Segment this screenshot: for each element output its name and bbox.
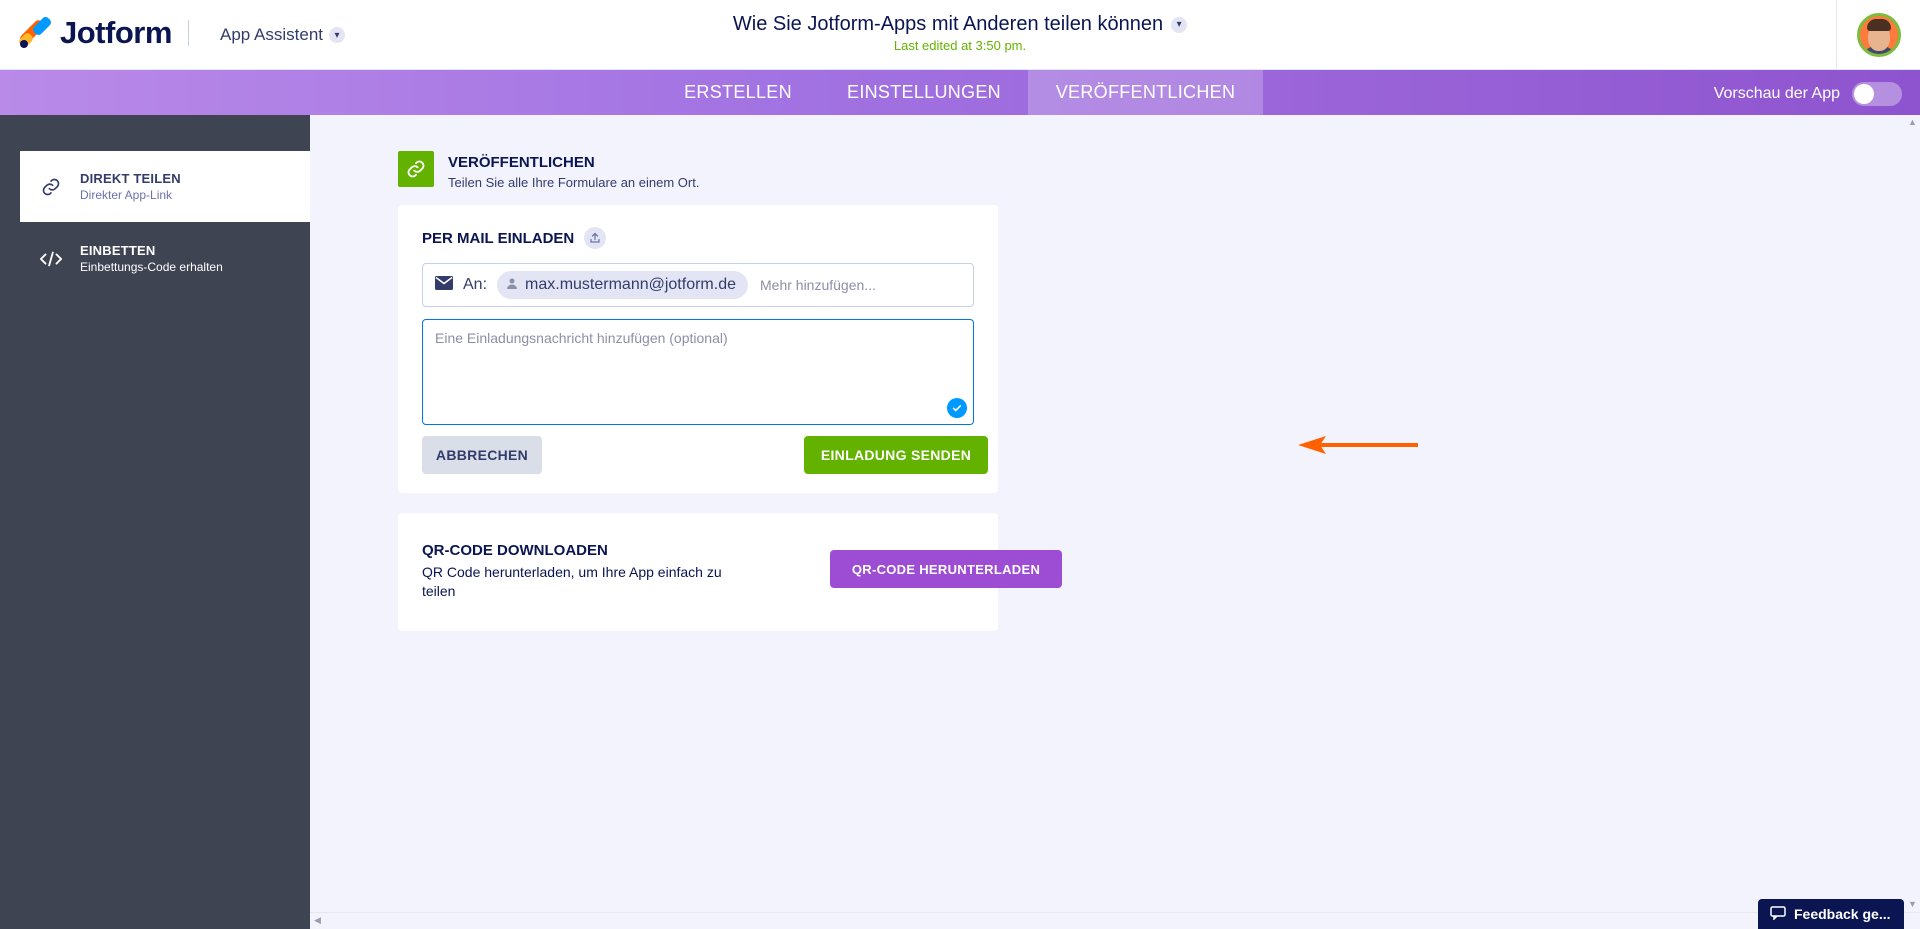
app-preview: Vorschau der App — [1714, 82, 1902, 106]
sidebar-item-subtitle: Direkter App-Link — [80, 188, 173, 202]
publish-sidebar: DIREKT TEILEN Direkter App-Link EINBETTE… — [0, 115, 310, 929]
page-title: VERÖFFENTLICHEN — [448, 154, 595, 171]
top-header: Jotform App Assistent ▾ Wie Sie Jotform-… — [0, 0, 1920, 70]
user-icon — [507, 276, 518, 294]
sidebar-item-title: DIREKT TEILEN — [80, 171, 181, 186]
publish-header: VERÖFFENTLICHEN Teilen Sie alle Ihre For… — [398, 151, 699, 190]
builder-nav: ERSTELLEN EINSTELLUNGEN VERÖFFENTLICHEN … — [0, 70, 1920, 115]
page-subtitle: Teilen Sie alle Ihre Formulare an einem … — [448, 175, 700, 190]
invitation-message-field[interactable] — [422, 319, 974, 425]
document-title-text[interactable]: Wie Sie Jotform-Apps mit Anderen teilen … — [733, 13, 1163, 36]
document-title: Wie Sie Jotform-Apps mit Anderen teilen … — [0, 13, 1920, 36]
user-menu[interactable] — [1836, 0, 1920, 70]
download-qr-button[interactable]: QR-CODE HERUNTERLADEN — [830, 550, 1062, 588]
link-icon — [398, 151, 434, 187]
scroll-down-icon[interactable]: ▼ — [1908, 899, 1917, 909]
tab-veroeffentlichen[interactable]: VERÖFFENTLICHEN — [1028, 70, 1263, 115]
qr-title: QR-CODE DOWNLOADEN — [422, 542, 608, 559]
main-content: VERÖFFENTLICHEN Teilen Sie alle Ihre For… — [310, 115, 1920, 929]
vertical-scrollbar[interactable]: ▲ ▼ — [1905, 115, 1920, 929]
feedback-button[interactable]: Feedback ge... — [1758, 899, 1904, 929]
scroll-left-icon[interactable]: ◀ — [314, 915, 321, 926]
sidebar-item-direkt-teilen[interactable]: DIREKT TEILEN Direkter App-Link — [20, 151, 310, 222]
qr-code-card: QR-CODE DOWNLOADEN QR Code herunterladen… — [398, 513, 1062, 631]
preview-label: Vorschau der App — [1713, 85, 1840, 102]
mail-invite-card: PER MAIL EINLADEN An: max.mustermann@jot… — [398, 205, 998, 493]
sidebar-item-subtitle: Einbettungs-Code erhalten — [80, 260, 223, 274]
scroll-up-icon[interactable]: ▲ — [1908, 117, 1917, 127]
qr-subtitle: QR Code herunterladen, um Ihre App einfa… — [422, 564, 722, 599]
tab-erstellen[interactable]: ERSTELLEN — [668, 70, 808, 115]
horizontal-scrollbar[interactable]: ◀ — [310, 912, 1920, 929]
tab-einstellungen[interactable]: EINSTELLUNGEN — [830, 70, 1018, 115]
link-icon — [40, 176, 62, 198]
recipient-field[interactable]: An: max.mustermann@jotform.de — [422, 263, 974, 307]
preview-toggle[interactable] — [1852, 82, 1902, 106]
mail-invite-title: PER MAIL EINLADEN — [422, 229, 575, 247]
sidebar-item-einbetten[interactable]: EINBETTEN Einbettungs-Code erhalten — [20, 223, 310, 294]
invitation-message-input[interactable] — [423, 320, 973, 424]
avatar[interactable] — [1856, 13, 1901, 57]
add-more-input[interactable] — [760, 277, 960, 293]
send-invitation-button[interactable]: EINLADUNG SENDEN — [804, 436, 988, 474]
mail-invite-header: PER MAIL EINLADEN — [422, 227, 607, 249]
feedback-icon — [1770, 905, 1786, 923]
upload-icon[interactable] — [584, 227, 607, 249]
feedback-label: Feedback ge... — [1794, 906, 1891, 922]
cancel-button[interactable]: ABBRECHEN — [422, 436, 542, 474]
last-edited-status: Last edited at 3:50 pm. — [893, 38, 1027, 53]
sidebar-item-title: EINBETTEN — [80, 243, 156, 258]
code-icon — [40, 248, 62, 270]
title-chevron-down-icon[interactable]: ▾ — [1171, 16, 1188, 33]
check-icon — [947, 398, 967, 418]
recipient-email: max.mustermann@jotform.de — [525, 276, 736, 293]
mail-icon — [435, 275, 453, 295]
recipient-chip[interactable]: max.mustermann@jotform.de — [497, 271, 748, 299]
annotation-arrow-icon — [1298, 436, 1418, 454]
to-label: An: — [463, 276, 488, 293]
